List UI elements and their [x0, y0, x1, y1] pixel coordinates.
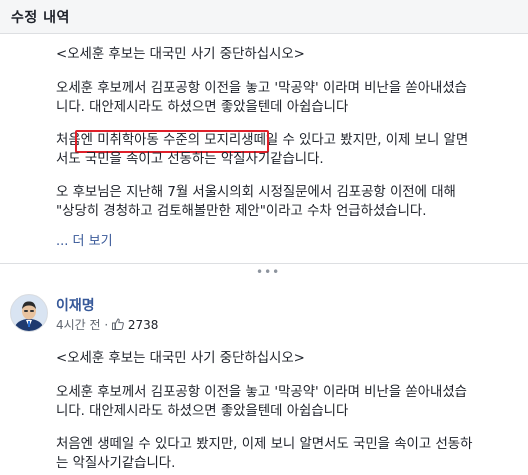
like-count[interactable]: 2738 [128, 318, 159, 332]
revision-para3-line2: "상당히 경청하고 검토해볼만한 제안"이라고 수차 언급하셨습니다. [56, 204, 427, 219]
post-para2-line1: 처음엔 생떼일 수 있다고 봤지만, 이제 보니 알면서도 국민을 속이고 선동… [56, 437, 473, 452]
revision-para3-line1: 오 후보님은 지난해 7월 서울시의회 시정질문에서 김포공항 이전에 대해 [56, 185, 456, 200]
divider [0, 263, 528, 264]
revision-highlighted-phrase: 미취학아동 수준의 모지리 [97, 133, 242, 148]
post-para2-line2: 는 악질사기같습니다. [56, 456, 176, 471]
post-time[interactable]: 4시간 전 [56, 318, 101, 332]
post-headline: <오세훈 후보는 대국민 사기 중단하십시오> [56, 351, 305, 366]
dialog-header: 수정 내역 [0, 0, 528, 34]
revision-para1-line2: 니다. 대안제시라도 하셨으면 좋았을텐데 아쉽습니다 [56, 100, 349, 115]
avatar[interactable] [10, 294, 48, 332]
revision-para2-line1: 처음엔 미취학아동 수준의 모지리생떼일 수 있다고 봤지만, 이제 보니 알면 [56, 131, 526, 150]
author-name[interactable]: 이재명 [56, 295, 95, 315]
like-icon [112, 318, 124, 330]
revision-para2-pre: 처음엔 [56, 133, 98, 148]
post-meta: 4시간 전 · 2738 [56, 316, 158, 333]
revision-headline: <오세훈 후보는 대국민 사기 중단하십시오> [56, 47, 305, 62]
post-para1-line2: 니다. 대안제시라도 하셨으면 좋았을텐데 아쉽습니다 [56, 404, 349, 419]
dots-icon[interactable]: ••• [256, 266, 280, 278]
revision-para2-post: 생떼일 수 있다고 봤지만, 이제 보니 알면 [241, 133, 469, 148]
revision-para2-line2: 서도 국민을 속이고 선동하는 악질사기같습니다. [56, 152, 324, 167]
dialog-title: 수정 내역 [11, 10, 70, 26]
post-para1-line1: 오세훈 후보께서 김포공항 이전을 놓고 '막공약' 이라며 비난을 쏟아내셨습 [56, 385, 467, 400]
separator-dot: · [104, 318, 109, 332]
revision-para1-line1: 오세훈 후보께서 김포공항 이전을 놓고 '막공약' 이라며 비난을 쏟아내셨습 [56, 81, 467, 96]
see-more-link[interactable]: ... 더 보기 [56, 230, 113, 249]
